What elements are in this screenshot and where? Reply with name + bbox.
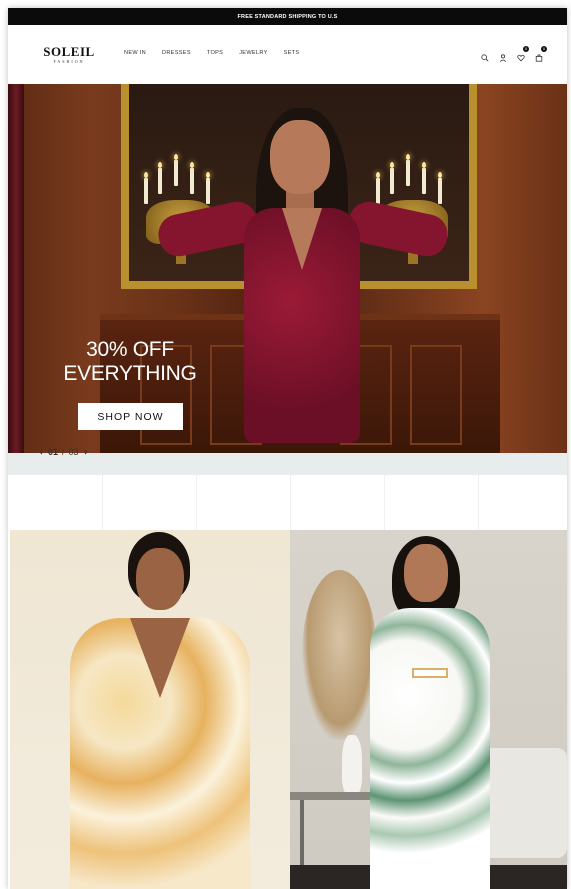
cart-count-badge: 0	[541, 46, 547, 52]
search-icon[interactable]	[481, 49, 489, 62]
logo-sub: FASHION	[53, 59, 85, 64]
slide-total: 03	[68, 447, 79, 457]
slide-current: 01	[48, 447, 59, 457]
slider-strip	[8, 453, 567, 475]
menu-item-dresses[interactable]: DRESSES	[162, 50, 191, 56]
logo-brand: SOLEIL	[43, 44, 95, 59]
heart-icon[interactable]: 0	[517, 46, 529, 62]
chevron-left-icon[interactable]	[38, 447, 44, 457]
hero-offer-line2: EVERYTHING	[63, 362, 197, 385]
menu-item-new-in[interactable]: NEW IN	[124, 50, 146, 56]
menu-item-sets[interactable]: SETS	[284, 50, 300, 56]
header-icons: 0 0	[481, 46, 547, 62]
logo[interactable]: SOLEIL FASHION	[42, 45, 96, 64]
menu-item-tops[interactable]: TOPS	[207, 50, 223, 56]
hero-offer: 30% OFF EVERYTHING	[62, 338, 198, 386]
bag-icon[interactable]: 0	[535, 46, 547, 62]
chevron-right-icon[interactable]	[83, 447, 89, 457]
wishlist-count-badge: 0	[523, 46, 529, 52]
blank-section	[8, 475, 567, 530]
menu-item-jewelry[interactable]: JEWELRY	[239, 50, 267, 56]
shop-now-button[interactable]: SHOP NOW	[78, 403, 183, 430]
curtain-decor	[8, 84, 24, 453]
slider-pager: 01 / 03	[38, 447, 89, 457]
user-icon[interactable]	[499, 49, 507, 62]
hero-model-image	[154, 108, 452, 453]
page-frame: FREE STANDARD SHIPPING TO U.S SOLEIL FAS…	[8, 8, 567, 889]
announcement-bar: FREE STANDARD SHIPPING TO U.S	[8, 8, 567, 25]
hero-offer-line1: 30% OFF	[86, 338, 174, 361]
slide-separator: /	[62, 447, 65, 457]
main-menu: NEW IN DRESSES TOPS JEWELRY SETS	[124, 50, 315, 56]
collection-tile-left[interactable]	[10, 530, 290, 889]
announcement-text: FREE STANDARD SHIPPING TO U.S	[237, 13, 338, 20]
site-header: SOLEIL FASHION NEW IN DRESSES TOPS JEWEL…	[8, 25, 567, 84]
hero-banner[interactable]: 30% OFF EVERYTHING SHOP NOW	[8, 84, 567, 453]
collection-tile-right[interactable]	[290, 530, 567, 889]
